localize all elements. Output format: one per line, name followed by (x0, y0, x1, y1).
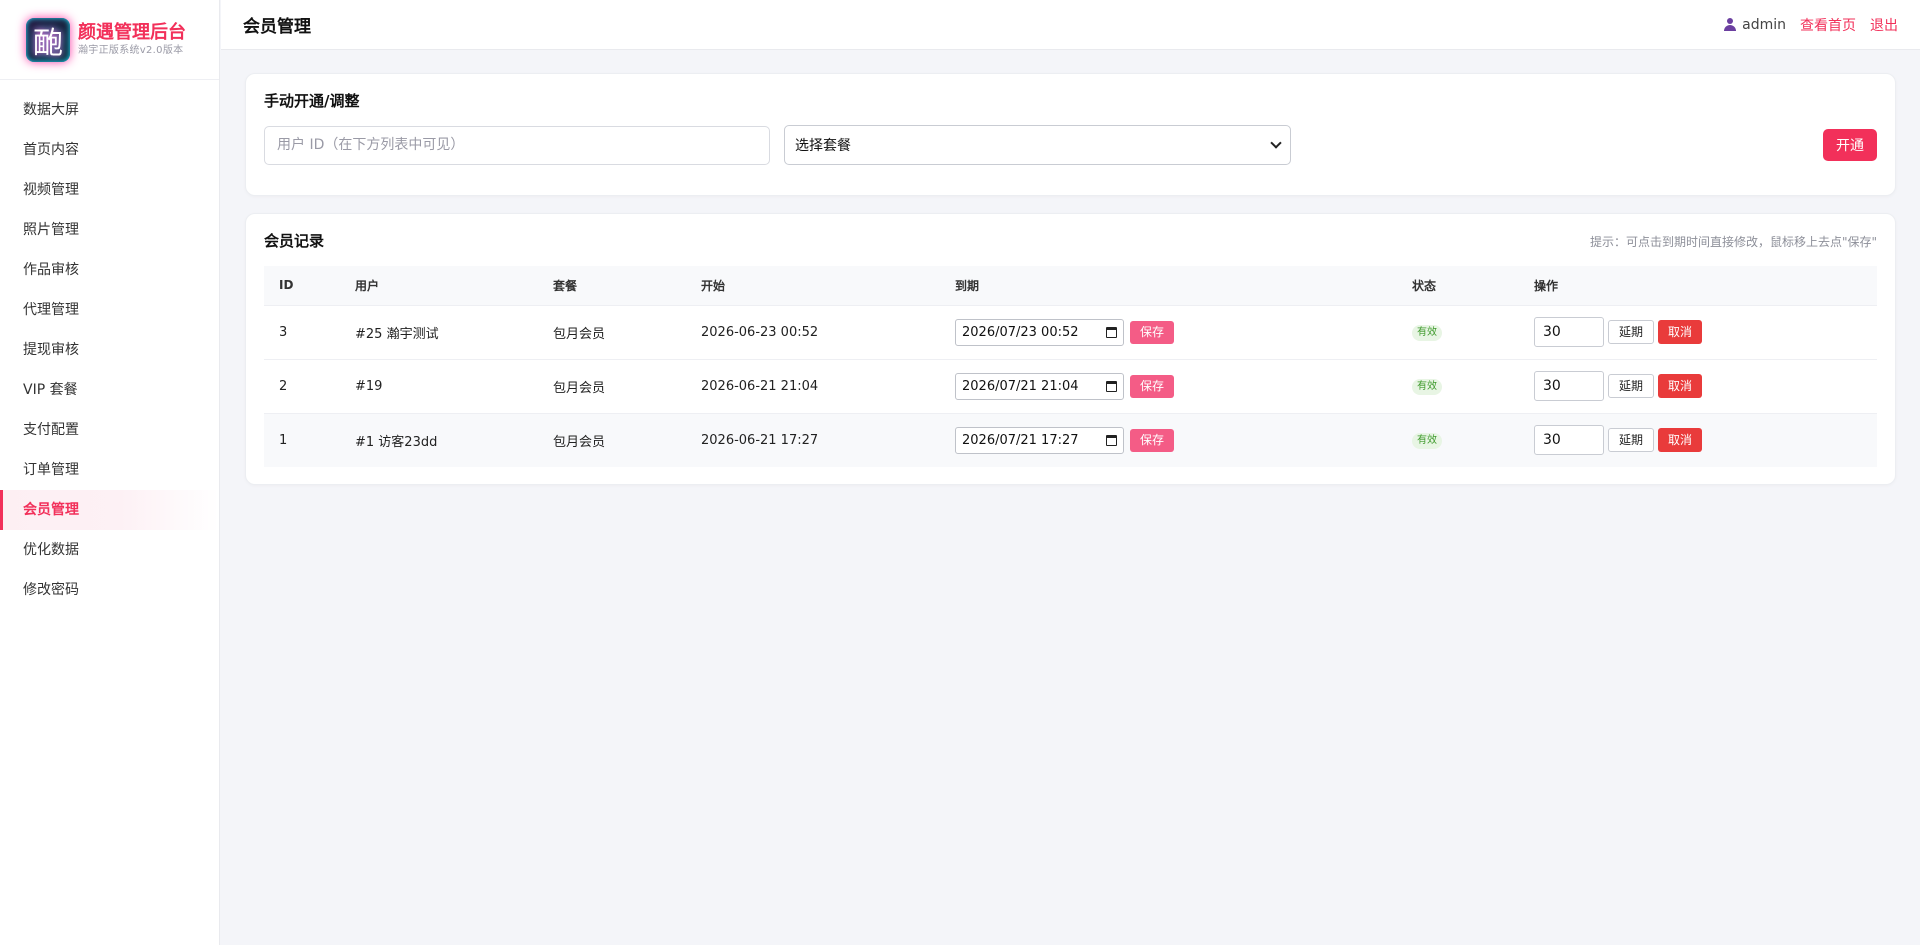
logout-link[interactable]: 退出 (1870, 15, 1898, 35)
manual-open-form: 选择套餐 开通 (264, 125, 1877, 165)
view-home-link[interactable]: 查看首页 (1800, 15, 1856, 35)
plan-select[interactable]: 选择套餐 (784, 125, 1291, 165)
expire-date-input[interactable]: 2026/07/21 17:27 (955, 426, 1124, 454)
col-actions: 操作 (1519, 266, 1877, 306)
col-id: ID (264, 266, 340, 306)
table-header-row: ID 用户 套餐 开始 到期 状态 操作 (264, 266, 1877, 306)
brand-subtitle: 瀚宇正版系统v2.0版本 (78, 44, 184, 56)
cell-plan: 包月会员 (553, 434, 606, 450)
calendar-icon[interactable] (1106, 326, 1117, 338)
expire-date-value: 2026/07/21 17:27 (962, 432, 1079, 448)
table-row: 1 #1 访客23dd 包月会员 2026-06-21 17:27 2026/0… (264, 413, 1877, 467)
sidebar-item-withdrawals[interactable]: 提现审核 (0, 330, 219, 370)
col-plan: 套餐 (538, 266, 686, 306)
cell-start: 2026-06-21 21:04 (686, 359, 940, 414)
save-button[interactable]: 保存 (1130, 320, 1174, 344)
cell-start: 2026-06-23 00:52 (686, 305, 940, 360)
status-badge: 有效 (1412, 378, 1442, 395)
sidebar-item-agents[interactable]: 代理管理 (0, 290, 219, 330)
username: admin (1742, 16, 1786, 33)
sidebar-item-orders[interactable]: 订单管理 (0, 450, 219, 490)
cell-status: 有效 (1397, 305, 1519, 360)
table-row: 3 #25 瀚宇测试 包月会员 2026-06-23 00:52 2026/07… (264, 305, 1877, 360)
cancel-button[interactable]: 取消 (1658, 428, 1702, 453)
manual-open-title: 手动开通/调整 (264, 92, 360, 110)
status-badge: 有效 (1412, 324, 1442, 341)
member-table: ID 用户 套餐 开始 到期 状态 操作 3 #25 瀚宇测试 包月会员 202… (264, 266, 1877, 467)
brand-text: 颜遇管理后台 瀚宇正版系统v2.0版本 (78, 22, 186, 58)
sidebar: 靤 颜遇管理后台 瀚宇正版系统v2.0版本 数据大屏 首页内容 视频管理 照片管… (0, 0, 220, 945)
extend-button[interactable]: 延期 (1608, 374, 1654, 398)
sidebar-item-payment-config[interactable]: 支付配置 (0, 410, 219, 450)
cell-user: #25 瀚宇测试 (340, 305, 538, 360)
plan-select-value: 选择套餐 (795, 138, 851, 154)
user-id-input[interactable] (264, 125, 770, 165)
status-badge: 有效 (1412, 432, 1442, 449)
col-status: 状态 (1397, 266, 1519, 306)
cancel-button[interactable]: 取消 (1658, 320, 1702, 344)
cell-id: 3 (264, 305, 340, 360)
chevron-down-icon (1270, 137, 1282, 149)
sidebar-item-works-review[interactable]: 作品审核 (0, 250, 219, 290)
sidebar-item-videos[interactable]: 视频管理 (0, 170, 219, 210)
expire-date-value: 2026/07/21 21:04 (962, 378, 1079, 394)
records-title: 会员记录 (264, 232, 325, 250)
manual-open-card: 手动开通/调整 选择套餐 开通 (245, 73, 1896, 196)
records-tip: 提示：可点击到期时间直接修改，鼠标移上去点"保存" (1589, 234, 1877, 249)
extend-days-input[interactable] (1534, 317, 1604, 347)
extend-days-input[interactable] (1534, 371, 1604, 401)
sidebar-item-photos[interactable]: 照片管理 (0, 210, 219, 250)
col-start: 开始 (686, 266, 940, 306)
cell-start: 2026-06-21 17:27 (701, 432, 819, 448)
cell-expire: 2026/07/23 00:52 保存 (940, 305, 1397, 360)
sidebar-item-vip-plans[interactable]: VIP 套餐 (0, 370, 219, 410)
cell-plan: 包月会员 (538, 305, 686, 360)
brand: 靤 颜遇管理后台 瀚宇正版系统v2.0版本 (0, 0, 219, 80)
logo-icon: 靤 (26, 17, 70, 62)
user-icon (1724, 18, 1737, 31)
expire-date-input[interactable]: 2026/07/21 21:04 (955, 372, 1124, 400)
extend-button[interactable]: 延期 (1608, 428, 1654, 453)
open-membership-button[interactable]: 开通 (1823, 129, 1877, 161)
cell-expire: 2026/07/21 17:27 保存 (940, 413, 1397, 467)
sidebar-item-optimize-data[interactable]: 优化数据 (0, 530, 219, 570)
save-button[interactable]: 保存 (1130, 428, 1174, 452)
sidebar-item-home-content[interactable]: 首页内容 (0, 130, 219, 170)
expire-date-value: 2026/07/23 00:52 (962, 324, 1079, 340)
table-row: 2 #19 包月会员 2026-06-21 21:04 2026/07/21 2… (264, 359, 1877, 414)
sidebar-item-members[interactable]: 会员管理 (0, 490, 219, 530)
sidebar-nav: 数据大屏 首页内容 视频管理 照片管理 作品审核 代理管理 提现审核 VIP 套… (0, 80, 219, 610)
page-title: 会员管理 (243, 17, 311, 37)
cell-id: 2 (264, 359, 340, 414)
cell-user: #19 (340, 359, 538, 414)
sidebar-item-change-password[interactable]: 修改密码 (0, 570, 219, 610)
brand-title: 颜遇管理后台 (78, 21, 186, 43)
calendar-icon[interactable] (1106, 380, 1117, 392)
topbar: 会员管理 admin 查看首页 退出 (221, 0, 1920, 50)
extend-days-input[interactable] (1534, 425, 1604, 456)
records-header: 会员记录 提示：可点击到期时间直接修改，鼠标移上去点"保存" (264, 232, 1877, 250)
col-expire: 到期 (940, 266, 1397, 306)
col-user: 用户 (340, 266, 538, 306)
sidebar-item-dashboard[interactable]: 数据大屏 (0, 90, 219, 130)
cell-actions: 延期取消 (1519, 359, 1877, 414)
cell-actions: 延期取消 (1519, 413, 1877, 467)
topbar-actions: admin 查看首页 退出 (1724, 15, 1898, 35)
cancel-button[interactable]: 取消 (1658, 374, 1702, 398)
save-button[interactable]: 保存 (1130, 374, 1174, 398)
cell-status: 有效 (1397, 359, 1519, 414)
calendar-icon[interactable] (1106, 434, 1117, 446)
expire-date-input[interactable]: 2026/07/23 00:52 (955, 318, 1124, 346)
cell-id: 1 (279, 432, 288, 448)
member-records-card: 会员记录 提示：可点击到期时间直接修改，鼠标移上去点"保存" ID 用户 套餐 … (245, 213, 1896, 485)
cell-status: 有效 (1397, 413, 1519, 467)
extend-button[interactable]: 延期 (1608, 320, 1654, 344)
cell-user: #1 访客23dd (355, 434, 438, 450)
cell-expire: 2026/07/21 21:04 保存 (940, 359, 1397, 414)
cell-plan: 包月会员 (538, 359, 686, 414)
cell-actions: 延期取消 (1519, 305, 1877, 360)
